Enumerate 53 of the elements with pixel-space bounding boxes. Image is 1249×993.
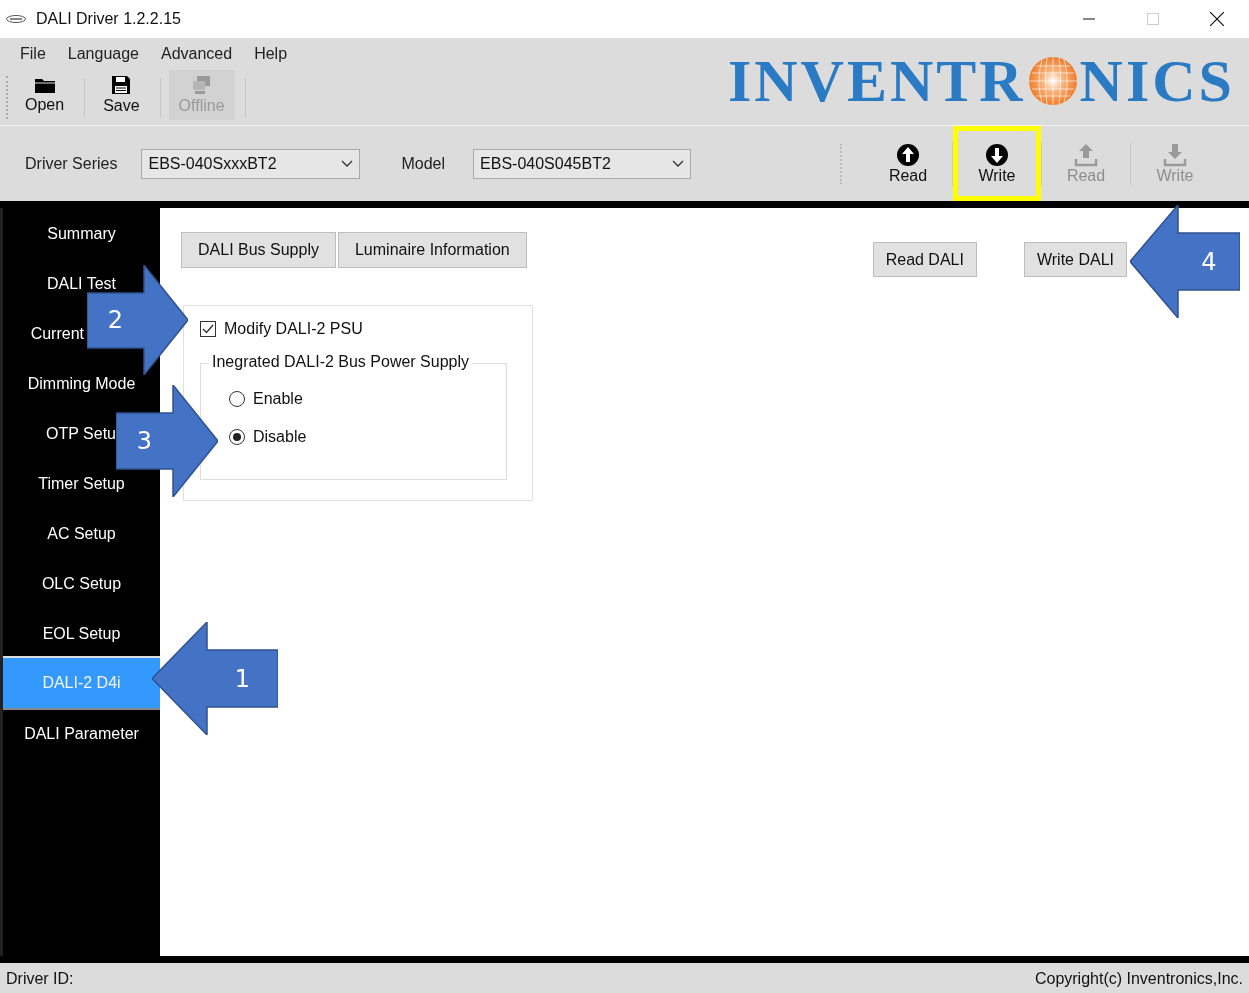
toolbar-button[interactable]: Save [93,70,150,120]
upload-icon [1074,142,1098,167]
sidebar-item[interactable]: Summary [47,223,116,243]
callout-number: 2 [107,308,124,332]
chevron-down-icon [672,160,685,167]
close-icon[interactable] [1210,12,1224,26]
window-title: DALI Driver 1.2.2.15 [36,10,181,28]
model-dropdown[interactable]: EBS-040S045BT2 [473,148,692,179]
checkbox[interactable]: Modify DALI-2 PSU [200,320,363,338]
status-text: Driver ID: [6,969,74,988]
computer-icon [191,75,212,95]
option-label[interactable]: Enable [253,390,303,408]
toolbar-button[interactable]: Read [864,126,952,201]
logo-text: NICS [1079,51,1235,111]
globe-icon [1027,56,1078,106]
sidebar-item[interactable]: DALI Parameter [24,723,139,743]
chevron-down-icon [341,160,354,167]
toolbar-button[interactable]: Open [15,70,75,120]
callout-number: 4 [1201,249,1217,274]
arrow-up-circle-icon [896,142,920,167]
sidebar-item[interactable]: OTP Setu [46,423,116,443]
field-label: Driver Series [25,154,118,173]
sidebar-item[interactable]: AC Setup [47,523,116,543]
download-icon [1163,142,1187,167]
tab[interactable]: DALI Bus Supply [181,232,336,268]
callout-number: 1 [234,666,251,691]
sidebar-item[interactable]: DALI Test [46,273,117,293]
sidebar-item[interactable]: Timer Setup [38,473,125,493]
radio-button[interactable] [229,429,245,445]
option-label[interactable]: Disable [253,428,307,446]
callout-number: 3 [136,429,153,453]
app-icon [6,15,26,23]
logo-text: INVENTR [727,51,1026,111]
sidebar-item[interactable]: EOL Setup [42,623,121,643]
driver-series-dropdown[interactable]: EBS-040SxxxBT2 [141,148,361,179]
action-button[interactable]: Read DALI [872,242,977,277]
menu-item[interactable]: Advanced [152,45,241,63]
sidebar-item[interactable]: OLC Setup [41,573,122,593]
sidebar-item[interactable]: Current [30,323,84,343]
arrow-down-circle-icon [985,142,1009,167]
tab[interactable]: Luminaire Information [337,232,527,268]
field-label: Model [401,154,446,173]
group-title: Inegrated DALI-2 Bus Power Supply [209,353,473,371]
toolbar-button[interactable]: Write [953,126,1041,201]
menu-item[interactable]: Help [246,45,296,63]
menu-item[interactable]: Language [59,45,147,63]
copyright-text: Copyright(c) Inventronics,Inc. [1034,969,1243,988]
radio-button[interactable] [229,391,245,407]
action-button[interactable]: Write DALI [1023,242,1127,277]
sidebar-item[interactable]: Dimming Mode [27,373,136,393]
menu-item[interactable]: File [12,45,54,63]
checkmark-icon [202,324,214,334]
folder-icon [33,76,56,94]
